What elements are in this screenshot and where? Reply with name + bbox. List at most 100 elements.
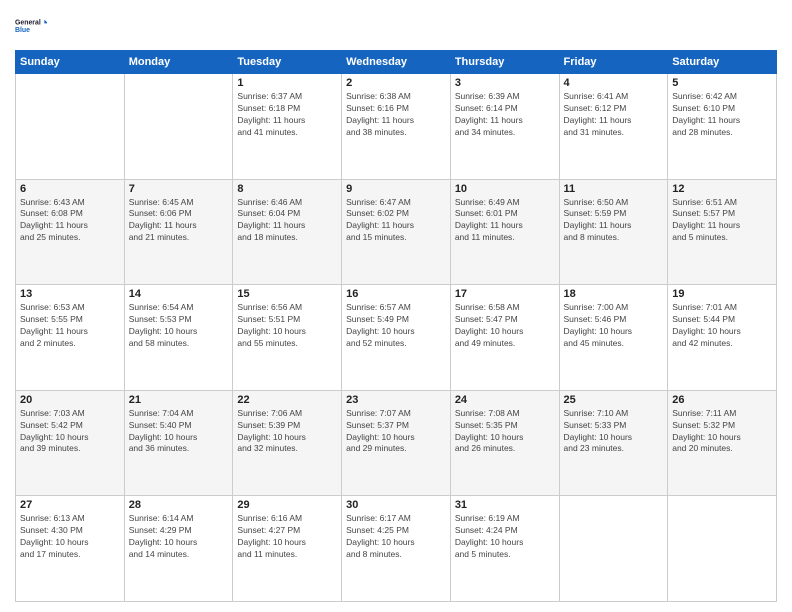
day-info: Sunrise: 6:54 AM Sunset: 5:53 PM Dayligh…	[129, 302, 229, 350]
day-info: Sunrise: 7:06 AM Sunset: 5:39 PM Dayligh…	[237, 408, 337, 456]
calendar-cell: 18 Sunrise: 7:00 AM Sunset: 5:46 PM Dayli…	[559, 285, 668, 391]
day-number: 12	[672, 183, 772, 195]
day-info: Sunrise: 6:56 AM Sunset: 5:51 PM Dayligh…	[237, 302, 337, 350]
day-number: 7	[129, 183, 229, 195]
logo: General Blue	[15, 10, 47, 42]
calendar-cell: 16 Sunrise: 6:57 AM Sunset: 5:49 PM Dayli…	[342, 285, 451, 391]
calendar-cell: 17 Sunrise: 6:58 AM Sunset: 5:47 PM Dayli…	[450, 285, 559, 391]
day-number: 20	[20, 394, 120, 406]
calendar-cell: 5 Sunrise: 6:42 AM Sunset: 6:10 PM Daylig…	[668, 74, 777, 180]
day-info: Sunrise: 6:38 AM Sunset: 6:16 PM Dayligh…	[346, 91, 446, 139]
day-number: 4	[564, 77, 664, 89]
calendar-cell: 29Sunrise: 6:16 AM Sunset: 4:27 PM Dayli…	[233, 496, 342, 602]
day-info: Sunrise: 6:43 AM Sunset: 6:08 PM Dayligh…	[20, 197, 120, 245]
column-header-thursday: Thursday	[450, 51, 559, 74]
day-info: Sunrise: 6:53 AM Sunset: 5:55 PM Dayligh…	[20, 302, 120, 350]
calendar-week-row: 1 Sunrise: 6:37 AM Sunset: 6:18 PM Daylig…	[16, 74, 777, 180]
column-header-saturday: Saturday	[668, 51, 777, 74]
day-number: 11	[564, 183, 664, 195]
calendar-cell: 19 Sunrise: 7:01 AM Sunset: 5:44 PM Dayli…	[668, 285, 777, 391]
calendar-cell: 9 Sunrise: 6:47 AM Sunset: 6:02 PM Daylig…	[342, 179, 451, 285]
day-info: Sunrise: 6:50 AM Sunset: 5:59 PM Dayligh…	[564, 197, 664, 245]
day-info: Sunrise: 6:51 AM Sunset: 5:57 PM Dayligh…	[672, 197, 772, 245]
calendar-cell: 21Sunrise: 7:04 AM Sunset: 5:40 PM Dayli…	[124, 390, 233, 496]
day-number: 23	[346, 394, 446, 406]
day-info: Sunrise: 6:46 AM Sunset: 6:04 PM Dayligh…	[237, 197, 337, 245]
day-number: 31	[455, 499, 555, 511]
day-number: 18	[564, 288, 664, 300]
calendar-cell: 15 Sunrise: 6:56 AM Sunset: 5:51 PM Dayli…	[233, 285, 342, 391]
calendar-cell: 26 Sunrise: 7:11 AM Sunset: 5:32 PM Dayli…	[668, 390, 777, 496]
calendar-cell: 22 Sunrise: 7:06 AM Sunset: 5:39 PM Dayli…	[233, 390, 342, 496]
day-number: 26	[672, 394, 772, 406]
day-number: 9	[346, 183, 446, 195]
column-header-monday: Monday	[124, 51, 233, 74]
day-number: 25	[564, 394, 664, 406]
day-info: Sunrise: 7:07 AM Sunset: 5:37 PM Dayligh…	[346, 408, 446, 456]
day-number: 22	[237, 394, 337, 406]
day-info: Sunrise: 6:42 AM Sunset: 6:10 PM Dayligh…	[672, 91, 772, 139]
day-number: 30	[346, 499, 446, 511]
day-info: Sunrise: 6:41 AM Sunset: 6:12 PM Dayligh…	[564, 91, 664, 139]
calendar-week-row: 27 Sunrise: 6:13 AM Sunset: 4:30 PM Dayli…	[16, 496, 777, 602]
calendar-cell	[668, 496, 777, 602]
calendar-cell: 7 Sunrise: 6:45 AM Sunset: 6:06 PM Daylig…	[124, 179, 233, 285]
svg-text:General: General	[15, 19, 41, 26]
calendar: SundayMondayTuesdayWednesdayThursdayFrid…	[15, 50, 777, 602]
calendar-cell	[16, 74, 125, 180]
calendar-cell: 3 Sunrise: 6:39 AM Sunset: 6:14 PM Daylig…	[450, 74, 559, 180]
calendar-cell: 6 Sunrise: 6:43 AM Sunset: 6:08 PM Daylig…	[16, 179, 125, 285]
calendar-cell: 20Sunrise: 7:03 AM Sunset: 5:42 PM Dayli…	[16, 390, 125, 496]
calendar-cell: 14 Sunrise: 6:54 AM Sunset: 5:53 PM Dayli…	[124, 285, 233, 391]
column-header-friday: Friday	[559, 51, 668, 74]
day-number: 19	[672, 288, 772, 300]
calendar-cell: 8 Sunrise: 6:46 AM Sunset: 6:04 PM Daylig…	[233, 179, 342, 285]
day-number: 2	[346, 77, 446, 89]
calendar-cell: 30 Sunrise: 6:17 AM Sunset: 4:25 PM Dayli…	[342, 496, 451, 602]
day-number: 5	[672, 77, 772, 89]
calendar-cell: 25Sunrise: 7:10 AM Sunset: 5:33 PM Dayli…	[559, 390, 668, 496]
day-info: Sunrise: 6:49 AM Sunset: 6:01 PM Dayligh…	[455, 197, 555, 245]
calendar-cell: 23 Sunrise: 7:07 AM Sunset: 5:37 PM Dayli…	[342, 390, 451, 496]
day-number: 24	[455, 394, 555, 406]
page: General Blue SundayMondayTuesdayWednesda…	[0, 0, 792, 612]
day-info: Sunrise: 7:11 AM Sunset: 5:32 PM Dayligh…	[672, 408, 772, 456]
day-info: Sunrise: 6:17 AM Sunset: 4:25 PM Dayligh…	[346, 513, 446, 561]
calendar-cell: 27 Sunrise: 6:13 AM Sunset: 4:30 PM Dayli…	[16, 496, 125, 602]
day-number: 1	[237, 77, 337, 89]
day-info: Sunrise: 6:14 AM Sunset: 4:29 PM Dayligh…	[129, 513, 229, 561]
day-number: 27	[20, 499, 120, 511]
day-info: Sunrise: 7:08 AM Sunset: 5:35 PM Dayligh…	[455, 408, 555, 456]
day-info: Sunrise: 6:39 AM Sunset: 6:14 PM Dayligh…	[455, 91, 555, 139]
day-info: Sunrise: 7:04 AM Sunset: 5:40 PM Dayligh…	[129, 408, 229, 456]
header: General Blue	[15, 10, 777, 42]
calendar-cell: 12 Sunrise: 6:51 AM Sunset: 5:57 PM Dayli…	[668, 179, 777, 285]
day-info: Sunrise: 6:45 AM Sunset: 6:06 PM Dayligh…	[129, 197, 229, 245]
day-info: Sunrise: 6:37 AM Sunset: 6:18 PM Dayligh…	[237, 91, 337, 139]
column-header-wednesday: Wednesday	[342, 51, 451, 74]
calendar-week-row: 13Sunrise: 6:53 AM Sunset: 5:55 PM Dayli…	[16, 285, 777, 391]
day-info: Sunrise: 6:13 AM Sunset: 4:30 PM Dayligh…	[20, 513, 120, 561]
calendar-cell: 31Sunrise: 6:19 AM Sunset: 4:24 PM Dayli…	[450, 496, 559, 602]
calendar-cell: 4 Sunrise: 6:41 AM Sunset: 6:12 PM Daylig…	[559, 74, 668, 180]
day-number: 28	[129, 499, 229, 511]
day-number: 17	[455, 288, 555, 300]
day-number: 6	[20, 183, 120, 195]
day-info: Sunrise: 6:57 AM Sunset: 5:49 PM Dayligh…	[346, 302, 446, 350]
calendar-cell: 2 Sunrise: 6:38 AM Sunset: 6:16 PM Daylig…	[342, 74, 451, 180]
calendar-cell: 1 Sunrise: 6:37 AM Sunset: 6:18 PM Daylig…	[233, 74, 342, 180]
column-header-tuesday: Tuesday	[233, 51, 342, 74]
day-info: Sunrise: 6:47 AM Sunset: 6:02 PM Dayligh…	[346, 197, 446, 245]
calendar-cell: 10 Sunrise: 6:49 AM Sunset: 6:01 PM Dayli…	[450, 179, 559, 285]
day-number: 8	[237, 183, 337, 195]
day-number: 14	[129, 288, 229, 300]
calendar-week-row: 20Sunrise: 7:03 AM Sunset: 5:42 PM Dayli…	[16, 390, 777, 496]
day-number: 10	[455, 183, 555, 195]
logo-svg: General Blue	[15, 10, 47, 42]
day-number: 16	[346, 288, 446, 300]
day-number: 3	[455, 77, 555, 89]
day-info: Sunrise: 6:58 AM Sunset: 5:47 PM Dayligh…	[455, 302, 555, 350]
day-info: Sunrise: 7:01 AM Sunset: 5:44 PM Dayligh…	[672, 302, 772, 350]
day-number: 15	[237, 288, 337, 300]
day-info: Sunrise: 7:00 AM Sunset: 5:46 PM Dayligh…	[564, 302, 664, 350]
